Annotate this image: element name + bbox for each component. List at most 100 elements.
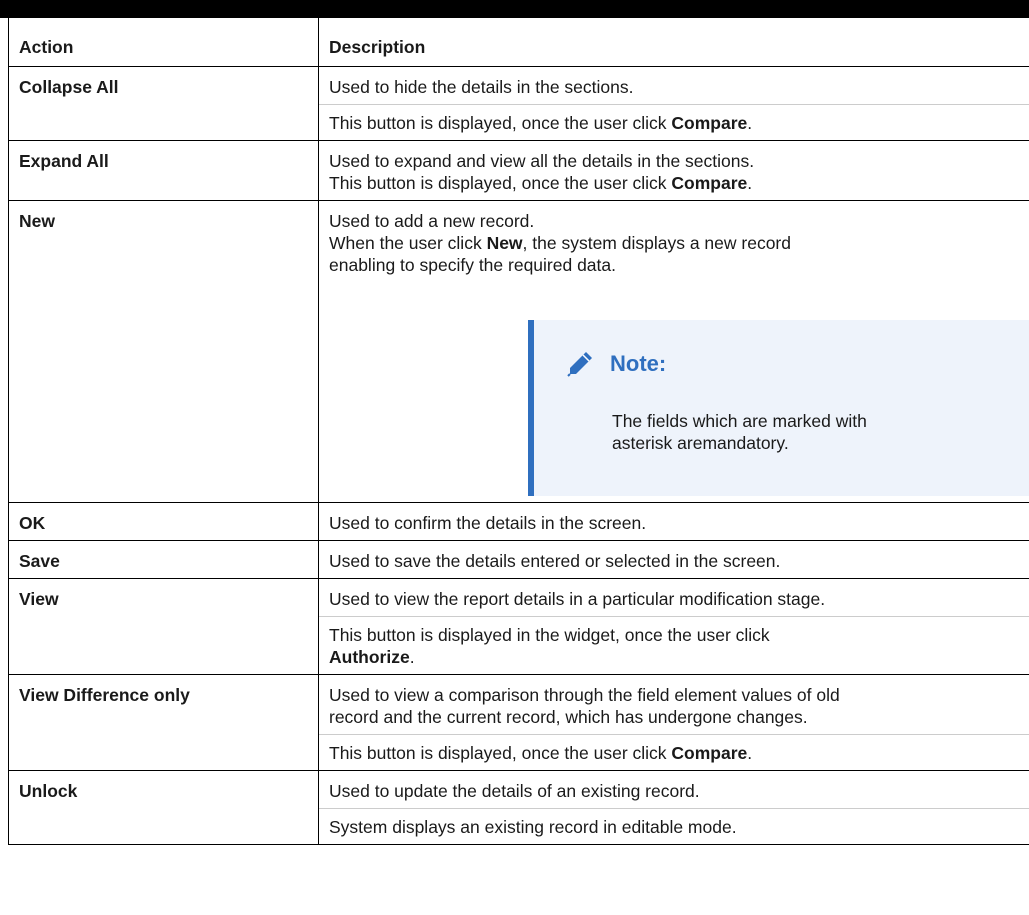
note-body: The fields which are marked with asterisk…: [612, 410, 1019, 454]
text-segment: This button is displayed in the widget, …: [329, 625, 770, 645]
description-paragraph: Used to add a new record. When the user c…: [329, 210, 1027, 276]
action-cell: OK: [8, 502, 319, 541]
action-cell: Unlock: [8, 770, 319, 845]
description-paragraph: This button is displayed in the widget, …: [319, 616, 1029, 668]
description-line: When the user click New, the system disp…: [329, 232, 1027, 254]
text-segment: Used to expand and view all the details …: [329, 151, 755, 171]
table-row: View Difference only Used to view a compa…: [8, 674, 1029, 771]
text-segment: enabling to specify the required data.: [329, 255, 616, 275]
action-cell: Save: [8, 540, 319, 579]
text-segment: Used to update the details of an existin…: [329, 781, 700, 801]
table-row: View Used to view the report details in a…: [8, 578, 1029, 675]
table-row: New Used to add a new record. When the use…: [8, 200, 1029, 503]
text-segment: .: [409, 647, 415, 667]
description-line: enabling to specify the required data.: [329, 254, 1027, 276]
text-segment: .: [747, 113, 753, 133]
note-box: Note: The fields which are marked with ast…: [528, 320, 1029, 496]
text-segment: record and the current record, which has…: [329, 707, 808, 727]
description-paragraph: Used to confirm the details in the scree…: [329, 512, 1027, 534]
text-segment: , the system displays a new record: [522, 233, 791, 253]
action-cell: Collapse All: [8, 66, 319, 141]
action-label: Unlock: [19, 781, 78, 801]
text-segment: System displays an existing record in ed…: [329, 817, 737, 837]
note-line: asterisk aremandatory.: [612, 433, 789, 453]
description-cell: Used to add a new record. When the user c…: [318, 200, 1029, 503]
description-line: Used to expand and view all the details …: [329, 150, 1027, 172]
note-line: The fields which are marked with: [612, 411, 867, 431]
description-paragraph: Used to expand and view all the details …: [329, 150, 1027, 194]
description-paragraph: This button is displayed, once the user …: [319, 104, 1029, 134]
description-paragraph: Used to update the details of an existin…: [329, 780, 1027, 802]
actions-table: Action Description Collapse All Used to h…: [8, 17, 1029, 845]
text-segment: .: [747, 173, 753, 193]
action-cell: View: [8, 578, 319, 675]
description-line: This button is displayed, once the user …: [329, 742, 1027, 764]
description-line: Used to update the details of an existin…: [329, 780, 1027, 802]
pencil-icon: [564, 348, 596, 380]
action-label: Expand All: [19, 151, 109, 171]
table-row: Collapse All Used to hide the details in …: [8, 66, 1029, 141]
table-header-row: Action Description: [8, 17, 1029, 67]
description-cell: Used to hide the details in the sections…: [318, 66, 1029, 141]
note-header: Note:: [564, 348, 1019, 380]
description-cell: Used to expand and view all the details …: [318, 140, 1029, 201]
text-segment: This button is displayed, once the user …: [329, 743, 672, 763]
header-description: Description: [318, 17, 1029, 67]
description-line: Authorize.: [329, 646, 1027, 668]
description-paragraph: System displays an existing record in ed…: [319, 808, 1029, 838]
text-segment: Used to confirm the details in the scree…: [329, 513, 647, 533]
description-paragraph: Used to view the report details in a par…: [329, 588, 1027, 610]
table-row: Save Used to save the details entered or …: [8, 540, 1029, 579]
text-segment: When the user click: [329, 233, 487, 253]
description-paragraph: Used to hide the details in the sections…: [329, 76, 1027, 98]
description-cell: Used to update the details of an existin…: [318, 770, 1029, 845]
table-body: Collapse All Used to hide the details in …: [8, 66, 1029, 845]
text-segment: Used to hide the details in the sections…: [329, 77, 634, 97]
table-row: Unlock Used to update the details of an e…: [8, 770, 1029, 845]
table-row: Expand All Used to expand and view all th…: [8, 140, 1029, 201]
text-segment: Used to save the details entered or sele…: [329, 551, 781, 571]
action-label: Collapse All: [19, 77, 119, 97]
description-line: This button is displayed, once the user …: [329, 112, 1027, 134]
description-line: This button is displayed, once the user …: [329, 172, 1027, 194]
text-segment: This button is displayed, once the user …: [329, 113, 672, 133]
description-line: Used to confirm the details in the scree…: [329, 512, 1027, 534]
action-label: New: [19, 211, 55, 231]
action-cell: Expand All: [8, 140, 319, 201]
action-cell: View Difference only: [8, 674, 319, 771]
action-label: OK: [19, 513, 46, 533]
description-cell: Used to confirm the details in the scree…: [318, 502, 1029, 541]
description-cell: Used to save the details entered or sele…: [318, 540, 1029, 579]
description-line: Used to view the report details in a par…: [329, 588, 1027, 610]
description-line: System displays an existing record in ed…: [329, 816, 1027, 838]
top-rule: [0, 0, 1029, 18]
table-row: OK Used to confirm the details in the scr…: [8, 502, 1029, 541]
description-line: Used to hide the details in the sections…: [329, 76, 1027, 98]
description-paragraph: Used to view a comparison through the fi…: [329, 684, 1027, 728]
text-segment: This button is displayed, once the user …: [329, 173, 672, 193]
description-paragraph: Used to save the details entered or sele…: [329, 550, 1027, 572]
action-label: View Difference only: [19, 685, 190, 705]
note-title: Note:: [610, 351, 667, 376]
bold-term: New: [486, 233, 523, 253]
bold-term: Compare: [671, 113, 748, 133]
description-paragraph: This button is displayed, once the user …: [319, 734, 1029, 764]
description-line: Used to save the details entered or sele…: [329, 550, 1027, 572]
action-label: View: [19, 589, 59, 609]
description-line: Used to view a comparison through the fi…: [329, 684, 1027, 706]
description-cell: Used to view a comparison through the fi…: [318, 674, 1029, 771]
description-line: This button is displayed in the widget, …: [329, 624, 1027, 646]
description-line: record and the current record, which has…: [329, 706, 1027, 728]
bold-term: Compare: [671, 173, 748, 193]
action-cell: New: [8, 200, 319, 503]
description-line: Used to add a new record.: [329, 210, 1027, 232]
header-action: Action: [8, 17, 319, 67]
text-segment: Used to view a comparison through the fi…: [329, 685, 840, 705]
description-cell: Used to view the report details in a par…: [318, 578, 1029, 675]
text-segment: Used to add a new record.: [329, 211, 535, 231]
action-label: Save: [19, 551, 60, 571]
text-segment: .: [747, 743, 753, 763]
bold-term: Authorize: [329, 647, 410, 667]
text-segment: Used to view the report details in a par…: [329, 589, 826, 609]
bold-term: Compare: [671, 743, 748, 763]
